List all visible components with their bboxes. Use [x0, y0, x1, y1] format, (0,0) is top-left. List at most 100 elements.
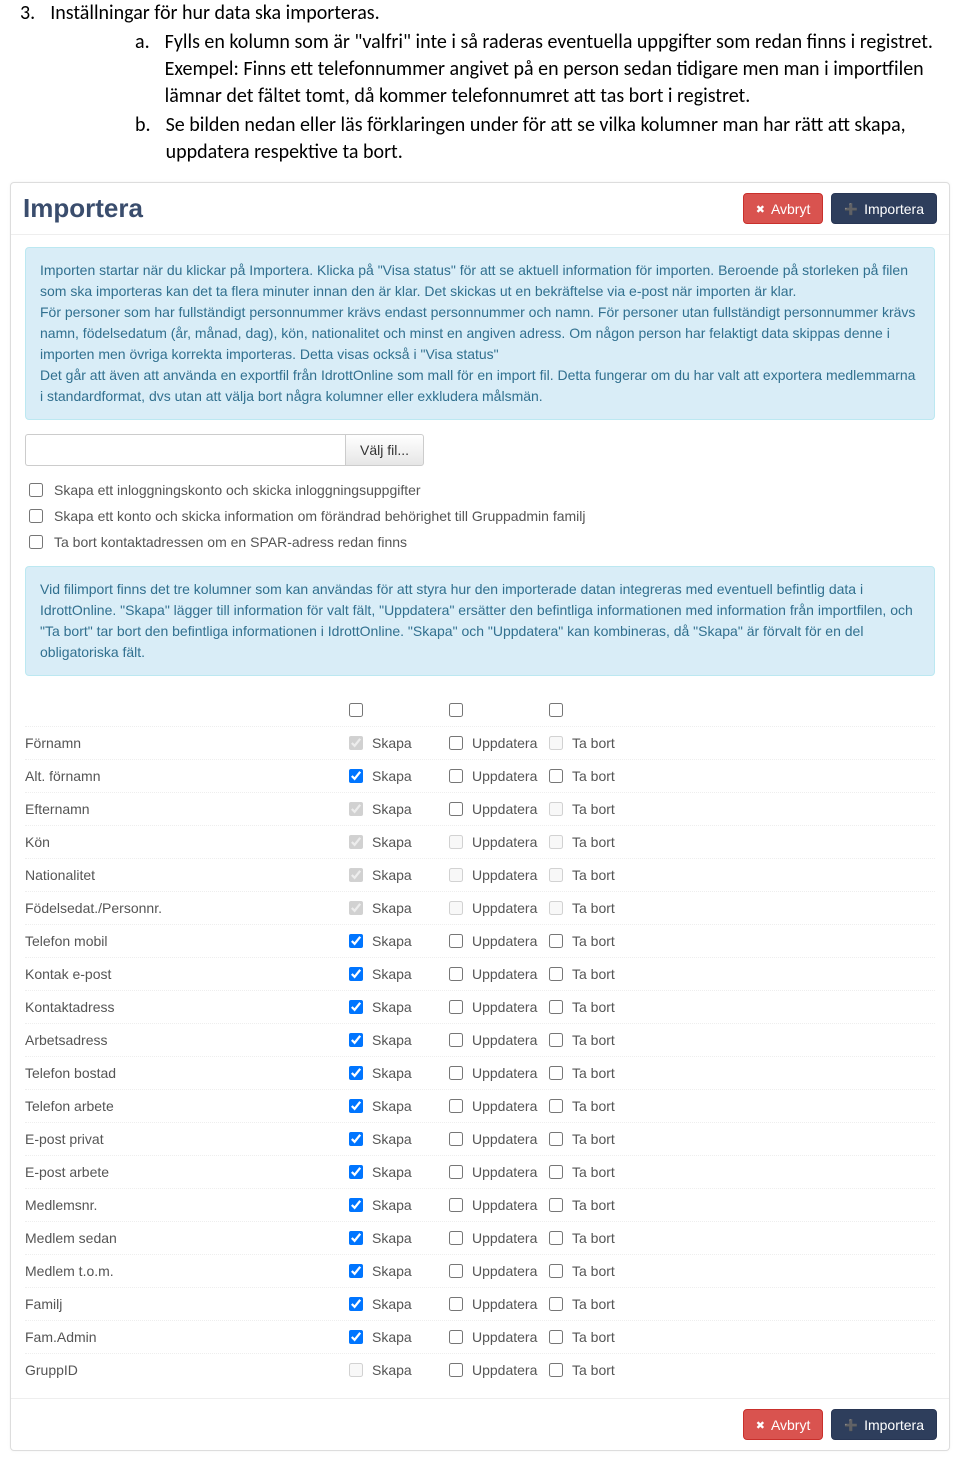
- uppdatera-checkbox[interactable]: [449, 1000, 463, 1014]
- tabort-label: Ta bort: [572, 1065, 615, 1081]
- header-uppdatera-checkbox[interactable]: [449, 703, 463, 717]
- uppdatera-checkbox: [449, 868, 463, 882]
- skapa-label: Skapa: [372, 768, 412, 784]
- uppdatera-checkbox[interactable]: [449, 1363, 463, 1377]
- field-label: Medlem t.o.m.: [25, 1263, 345, 1279]
- skapa-checkbox[interactable]: [349, 1264, 363, 1278]
- choose-file-button[interactable]: Välj fil...: [345, 434, 424, 466]
- uppdatera-label: Uppdatera: [472, 1164, 537, 1180]
- file-input[interactable]: [25, 434, 345, 466]
- uppdatera-checkbox[interactable]: [449, 967, 463, 981]
- uppdatera-label: Uppdatera: [472, 1296, 537, 1312]
- uppdatera-label: Uppdatera: [472, 933, 537, 949]
- header-tabort-checkbox[interactable]: [549, 703, 563, 717]
- uppdatera-checkbox[interactable]: [449, 1231, 463, 1245]
- uppdatera-label: Uppdatera: [472, 1065, 537, 1081]
- document-text: 3. Inställningar för hur data ska import…: [0, 0, 960, 176]
- checkbox-create-login-box[interactable]: [29, 483, 43, 497]
- skapa-checkbox[interactable]: [349, 967, 363, 981]
- field-label: Efternamn: [25, 801, 345, 817]
- skapa-checkbox[interactable]: [349, 1033, 363, 1047]
- tabort-checkbox[interactable]: [549, 1264, 563, 1278]
- grid-row: Födelsedat./Personnr.SkapaUppdateraTa bo…: [25, 891, 935, 924]
- panel-body: Importen startar när du klickar på Impor…: [11, 235, 949, 1398]
- grid-row: Telefon bostadSkapaUppdateraTa bort: [25, 1056, 935, 1089]
- tabort-checkbox[interactable]: [549, 1297, 563, 1311]
- uppdatera-label: Uppdatera: [472, 966, 537, 982]
- cancel-button[interactable]: Avbryt: [743, 193, 824, 224]
- field-grid: FörnamnSkapaUppdateraTa bortAlt. förnamn…: [25, 690, 935, 1386]
- skapa-label: Skapa: [372, 933, 412, 949]
- tabort-checkbox[interactable]: [549, 1132, 563, 1146]
- skapa-checkbox[interactable]: [349, 1099, 363, 1113]
- uppdatera-checkbox[interactable]: [449, 1132, 463, 1146]
- uppdatera-checkbox[interactable]: [449, 1165, 463, 1179]
- uppdatera-checkbox[interactable]: [449, 1066, 463, 1080]
- import-button-footer[interactable]: Importera: [831, 1409, 937, 1440]
- skapa-checkbox[interactable]: [349, 1231, 363, 1245]
- uppdatera-label: Uppdatera: [472, 900, 537, 916]
- tabort-label: Ta bort: [572, 735, 615, 751]
- uppdatera-label: Uppdatera: [472, 999, 537, 1015]
- import-panel: Importera Avbryt Importera Importen star…: [10, 182, 950, 1451]
- skapa-checkbox[interactable]: [349, 1297, 363, 1311]
- uppdatera-checkbox[interactable]: [449, 1099, 463, 1113]
- skapa-checkbox[interactable]: [349, 1198, 363, 1212]
- checkbox-remove-contact[interactable]: Ta bort kontaktadressen om en SPAR-adres…: [25, 532, 935, 552]
- skapa-checkbox[interactable]: [349, 769, 363, 783]
- uppdatera-checkbox[interactable]: [449, 1330, 463, 1344]
- tabort-checkbox[interactable]: [549, 1231, 563, 1245]
- tabort-checkbox[interactable]: [549, 1198, 563, 1212]
- checkbox-create-login[interactable]: Skapa ett inloggningskonto och skicka in…: [25, 480, 935, 500]
- tabort-checkbox[interactable]: [549, 769, 563, 783]
- skapa-checkbox[interactable]: [349, 1330, 363, 1344]
- uppdatera-label: Uppdatera: [472, 1032, 537, 1048]
- field-label: Telefon mobil: [25, 933, 345, 949]
- tabort-checkbox[interactable]: [549, 1165, 563, 1179]
- import-button[interactable]: Importera: [831, 193, 937, 224]
- uppdatera-label: Uppdatera: [472, 1131, 537, 1147]
- skapa-label: Skapa: [372, 1230, 412, 1246]
- checkbox-remove-contact-label: Ta bort kontaktadressen om en SPAR-adres…: [54, 534, 407, 550]
- uppdatera-checkbox[interactable]: [449, 1297, 463, 1311]
- tabort-checkbox[interactable]: [549, 1330, 563, 1344]
- tabort-checkbox: [549, 901, 563, 915]
- checkbox-group-admin-box[interactable]: [29, 509, 43, 523]
- list-text-b: Se bilden nedan eller läs förklaringen u…: [166, 112, 940, 166]
- field-label: Alt. förnamn: [25, 768, 345, 784]
- skapa-checkbox[interactable]: [349, 1000, 363, 1014]
- uppdatera-label: Uppdatera: [472, 1098, 537, 1114]
- skapa-label: Skapa: [372, 1197, 412, 1213]
- tabort-label: Ta bort: [572, 1296, 615, 1312]
- tabort-checkbox[interactable]: [549, 967, 563, 981]
- field-label: Medlemsnr.: [25, 1197, 345, 1213]
- uppdatera-checkbox[interactable]: [449, 934, 463, 948]
- uppdatera-checkbox[interactable]: [449, 1198, 463, 1212]
- checkbox-group-admin[interactable]: Skapa ett konto och skicka information o…: [25, 506, 935, 526]
- tabort-checkbox[interactable]: [549, 1033, 563, 1047]
- uppdatera-checkbox[interactable]: [449, 736, 463, 750]
- tabort-label: Ta bort: [572, 801, 615, 817]
- skapa-checkbox[interactable]: [349, 1132, 363, 1146]
- tabort-checkbox[interactable]: [549, 1000, 563, 1014]
- tabort-checkbox[interactable]: [549, 1066, 563, 1080]
- header-skapa-checkbox[interactable]: [349, 703, 363, 717]
- checkbox-remove-contact-box[interactable]: [29, 535, 43, 549]
- tabort-checkbox: [549, 868, 563, 882]
- grid-row: Medlem sedanSkapaUppdateraTa bort: [25, 1221, 935, 1254]
- cancel-button-footer[interactable]: Avbryt: [743, 1409, 824, 1440]
- grid-row: E-post arbeteSkapaUppdateraTa bort: [25, 1155, 935, 1188]
- uppdatera-checkbox[interactable]: [449, 1264, 463, 1278]
- uppdatera-checkbox[interactable]: [449, 1033, 463, 1047]
- uppdatera-checkbox[interactable]: [449, 802, 463, 816]
- tabort-checkbox[interactable]: [549, 1099, 563, 1113]
- tabort-checkbox[interactable]: [549, 934, 563, 948]
- skapa-label: Skapa: [372, 1131, 412, 1147]
- tabort-checkbox[interactable]: [549, 1363, 563, 1377]
- field-label: E-post arbete: [25, 1164, 345, 1180]
- uppdatera-checkbox[interactable]: [449, 769, 463, 783]
- skapa-label: Skapa: [372, 1263, 412, 1279]
- skapa-checkbox[interactable]: [349, 934, 363, 948]
- skapa-checkbox[interactable]: [349, 1066, 363, 1080]
- skapa-checkbox[interactable]: [349, 1165, 363, 1179]
